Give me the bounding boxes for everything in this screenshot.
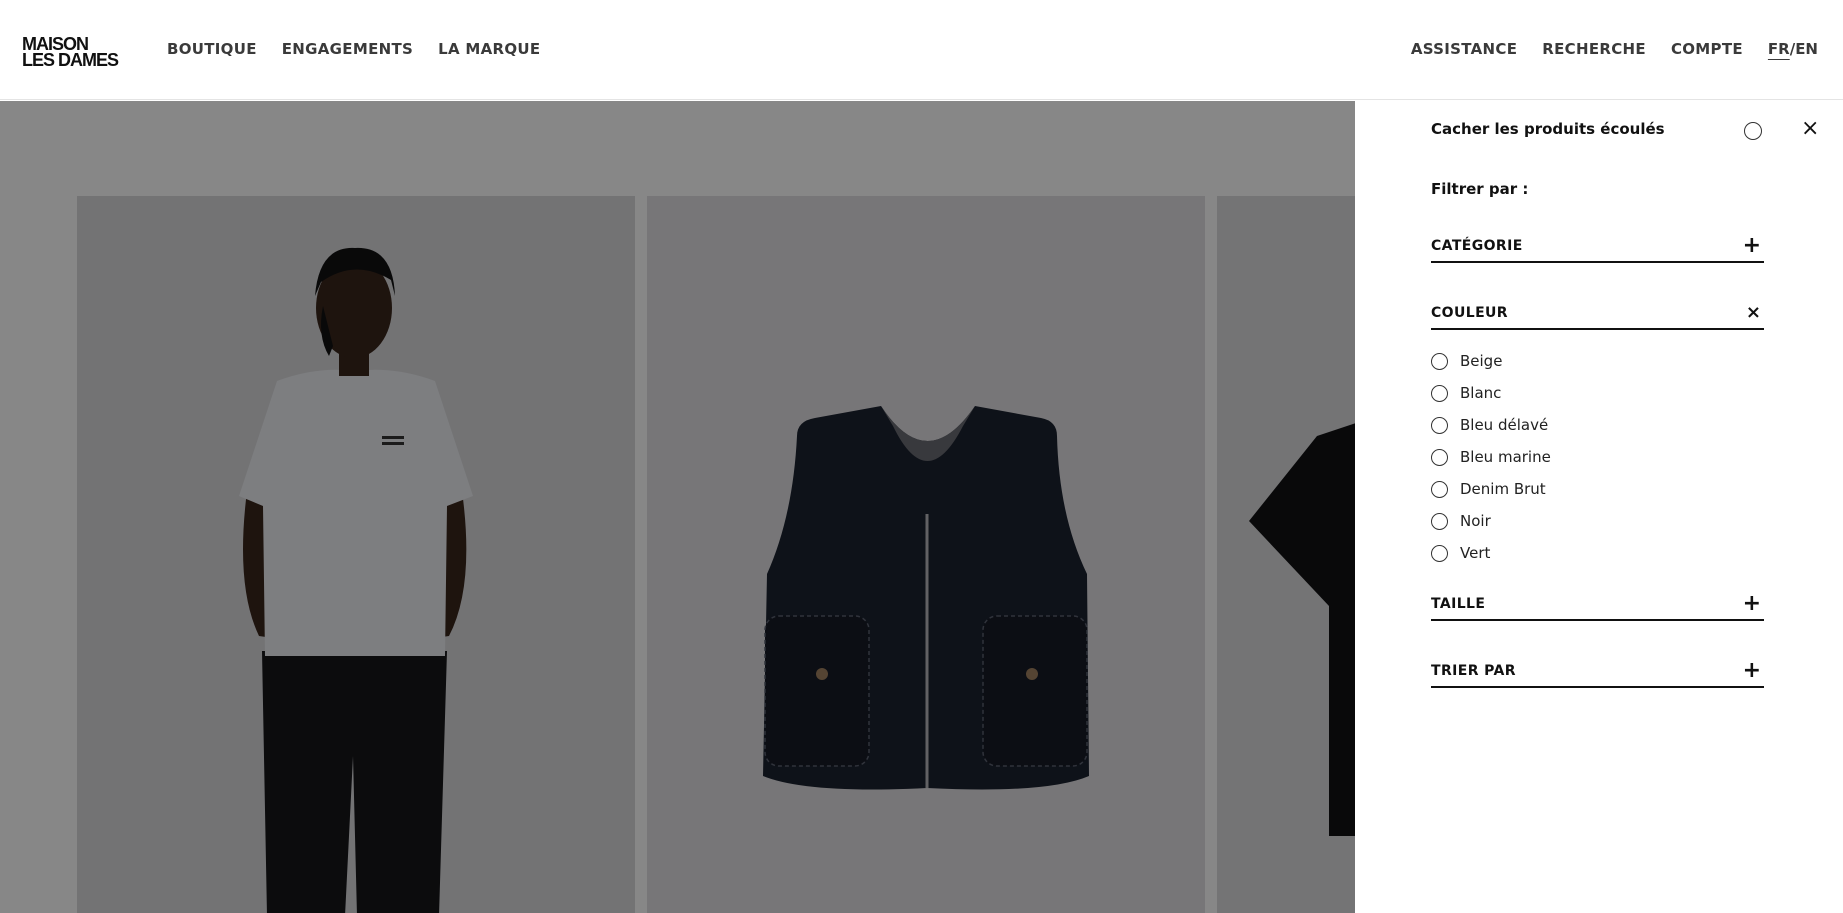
color-label: Vert [1460, 544, 1491, 562]
nav-la-marque[interactable]: LA MARQUE [438, 40, 540, 58]
color-options: Beige Blanc Bleu délavé Bleu marine Deni… [1431, 345, 1551, 569]
filter-by-label: Filtrer par : [1431, 180, 1529, 198]
color-option-blanc[interactable]: Blanc [1431, 377, 1551, 409]
filter-section-taille[interactable]: TAILLE + [1431, 587, 1764, 621]
color-option-beige[interactable]: Beige [1431, 345, 1551, 377]
color-option-denim-brut[interactable]: Denim Brut [1431, 473, 1551, 505]
site-header: MAISON LES DAMES BOUTIQUE ENGAGEMENTS LA… [0, 0, 1843, 100]
color-option-vert[interactable]: Vert [1431, 537, 1551, 569]
brand-logo-line2: LES DAMES [22, 50, 119, 70]
section-title: TRIER PAR [1431, 663, 1516, 679]
section-title: COULEUR [1431, 305, 1508, 321]
lang-fr[interactable]: FR [1768, 40, 1790, 58]
color-label: Bleu délavé [1460, 416, 1549, 434]
utility-nav: ASSISTANCE RECHERCHE COMPTE FR/EN [1411, 40, 1818, 58]
nav-boutique[interactable]: BOUTIQUE [167, 40, 257, 58]
plus-icon[interactable]: + [1743, 233, 1761, 258]
language-switcher: FR/EN [1768, 40, 1818, 58]
color-option-bleu-delave[interactable]: Bleu délavé [1431, 409, 1551, 441]
brand-logo[interactable]: MAISON LES DAMES [22, 35, 119, 70]
nav-compte[interactable]: COMPTE [1671, 40, 1743, 58]
filter-section-trier-par[interactable]: TRIER PAR + [1431, 654, 1764, 688]
filter-section-categorie[interactable]: CATÉGORIE + [1431, 229, 1764, 263]
nav-assistance[interactable]: ASSISTANCE [1411, 40, 1517, 58]
plus-icon[interactable]: + [1743, 658, 1761, 683]
color-label: Noir [1460, 512, 1491, 530]
color-option-noir[interactable]: Noir [1431, 505, 1551, 537]
close-section-icon[interactable]: × [1746, 302, 1761, 323]
section-title: TAILLE [1431, 596, 1486, 612]
filter-section-couleur[interactable]: COULEUR × [1431, 296, 1764, 330]
hide-sold-out-row: Cacher les produits écoulés × [1431, 116, 1823, 144]
plus-icon[interactable]: + [1743, 591, 1761, 616]
color-label: Bleu marine [1460, 448, 1551, 466]
section-title: CATÉGORIE [1431, 238, 1523, 254]
color-label: Blanc [1460, 384, 1502, 402]
radio-icon[interactable] [1431, 416, 1448, 434]
nav-recherche[interactable]: RECHERCHE [1542, 40, 1646, 58]
color-label: Denim Brut [1460, 480, 1546, 498]
nav-engagements[interactable]: ENGAGEMENTS [282, 40, 413, 58]
radio-icon[interactable] [1431, 480, 1448, 498]
radio-icon[interactable] [1431, 352, 1448, 370]
color-option-bleu-marine[interactable]: Bleu marine [1431, 441, 1551, 473]
color-label: Beige [1460, 352, 1503, 370]
close-icon[interactable]: × [1801, 116, 1819, 141]
radio-icon[interactable] [1431, 448, 1448, 466]
main-nav: BOUTIQUE ENGAGEMENTS LA MARQUE [167, 40, 540, 58]
hide-sold-out-label: Cacher les produits écoulés [1431, 120, 1665, 138]
lang-en[interactable]: EN [1795, 40, 1818, 58]
radio-icon[interactable] [1431, 384, 1448, 402]
radio-icon[interactable] [1431, 512, 1448, 530]
hide-sold-out-toggle[interactable] [1744, 122, 1762, 140]
filter-panel: Cacher les produits écoulés × Filtrer pa… [1355, 101, 1843, 913]
radio-icon[interactable] [1431, 544, 1448, 562]
